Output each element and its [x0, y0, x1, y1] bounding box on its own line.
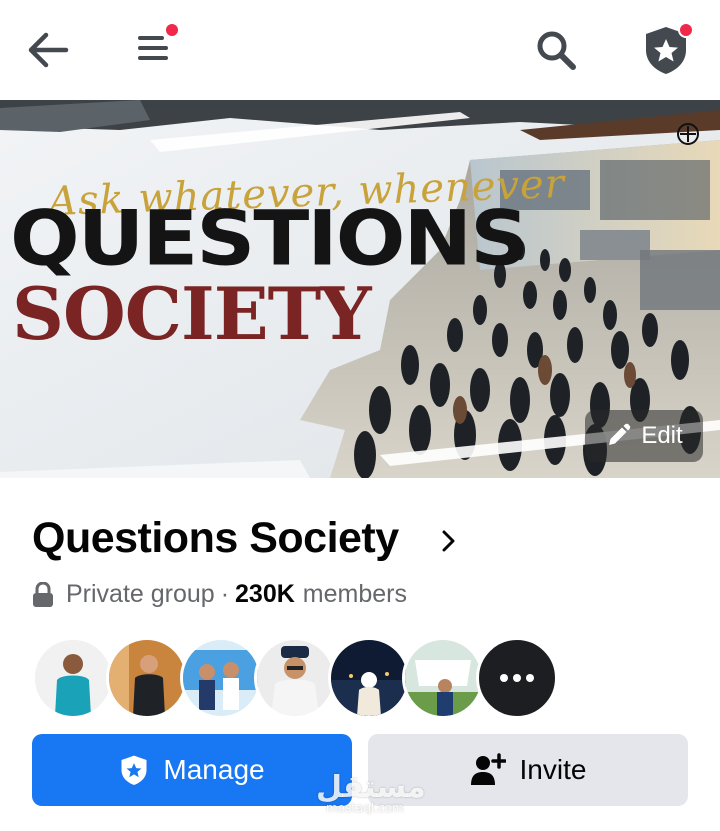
pencil-icon — [609, 423, 631, 445]
edit-label: Edit — [641, 422, 683, 449]
manage-button[interactable]: Manage — [32, 734, 352, 806]
edit-cover-button[interactable]: Edit — [585, 410, 703, 462]
add-person-icon — [470, 753, 506, 785]
avatar[interactable] — [32, 637, 114, 719]
top-bar — [0, 0, 720, 100]
menu-notification-dot — [164, 22, 180, 38]
avatar[interactable] — [106, 637, 188, 719]
cover-title-line2: SOCIETY — [12, 271, 372, 356]
privacy-label: Private group — [66, 580, 215, 608]
avatar[interactable] — [254, 637, 336, 719]
chevron-right-icon[interactable] — [440, 528, 458, 559]
manage-label: Manage — [163, 754, 265, 785]
more-members-button[interactable] — [476, 637, 558, 719]
invite-label: Invite — [519, 754, 587, 785]
search-icon — [537, 31, 576, 70]
menu-button[interactable] — [128, 22, 180, 74]
cover-title-line1: QUESTIONS — [10, 195, 529, 283]
cover-photo: Ask whatever, whenever QUESTIONS SOCIETY… — [0, 100, 720, 478]
avatar[interactable] — [328, 637, 410, 719]
avatar[interactable] — [402, 637, 484, 719]
admin-tools-button[interactable] — [638, 22, 694, 78]
group-name[interactable]: Questions Society — [32, 514, 399, 563]
avatar[interactable] — [180, 637, 262, 719]
members-label[interactable]: members — [303, 580, 407, 609]
lock-icon — [33, 581, 53, 607]
watermark: مستقل mostaql.com — [316, 770, 426, 815]
admin-notification-dot — [678, 22, 694, 38]
meta-separator: · — [220, 580, 230, 608]
search-button[interactable] — [530, 24, 582, 76]
shield-star-icon — [121, 755, 147, 785]
member-count[interactable]: 230K — [235, 580, 295, 609]
watermark-text: مستقل — [316, 770, 426, 805]
back-button[interactable] — [22, 24, 74, 76]
arrow-left-icon — [28, 32, 69, 68]
group-meta: Private group · 230K members — [32, 580, 407, 609]
more-dots-icon — [500, 674, 534, 682]
